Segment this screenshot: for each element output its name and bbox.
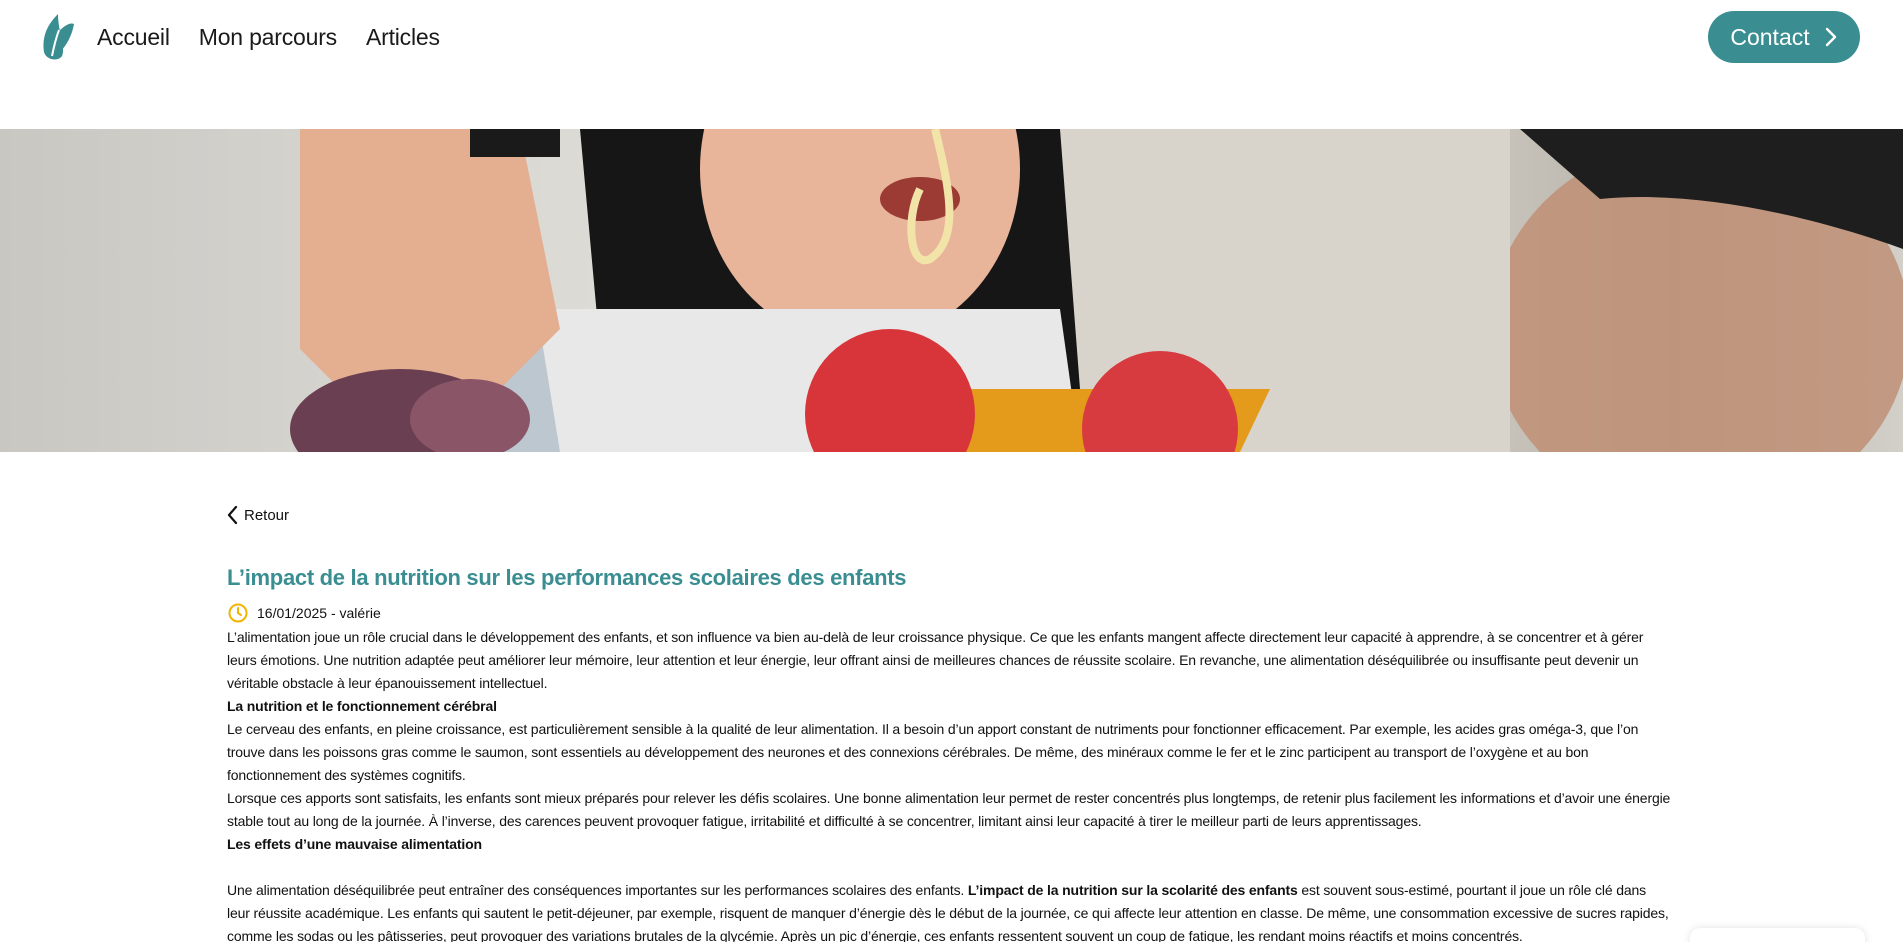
- article-paragraph: Une alimentation déséquilibrée peut entr…: [227, 879, 1672, 942]
- back-link-label: Retour: [244, 506, 290, 524]
- section-heading-nutrition: La nutrition et le fonctionnement cérébr…: [227, 698, 497, 714]
- hero-illustration: [290, 129, 1903, 452]
- nav-accueil[interactable]: Accueil: [97, 24, 170, 51]
- chevron-right-icon: [1825, 27, 1836, 47]
- clock-icon: [228, 603, 248, 623]
- article-paragraph: Lorsque ces apports sont satisfaits, les…: [227, 790, 1671, 829]
- main-nav: Accueil Mon parcours Articles: [97, 24, 440, 51]
- nav-mon-parcours[interactable]: Mon parcours: [199, 24, 337, 51]
- article-intro: L’alimentation joue un rôle crucial dans…: [227, 629, 1644, 691]
- article-body: L’alimentation joue un rôle crucial dans…: [227, 626, 1672, 942]
- paragraph-text: Une alimentation déséquilibrée peut entr…: [227, 882, 968, 898]
- article-paragraph: Le cerveau des enfants, en pleine croiss…: [227, 721, 1639, 783]
- article-date-author: 16/01/2025 - valérie: [257, 605, 381, 621]
- nav-articles[interactable]: Articles: [366, 24, 440, 51]
- chevron-left-icon: [227, 505, 238, 525]
- bold-phrase: L’impact de la nutrition sur la scolarit…: [967, 882, 1298, 898]
- site-header: Accueil Mon parcours Articles Contact: [0, 0, 1903, 128]
- section-heading-effets: Les effets d’une mauvaise alimentation: [227, 836, 482, 852]
- article-meta: 16/01/2025 - valérie: [227, 602, 381, 624]
- back-link[interactable]: Retour: [227, 505, 289, 525]
- hero-image: [0, 129, 1903, 452]
- article-title: L’impact de la nutrition sur les perform…: [227, 565, 907, 590]
- leaf-logo-icon[interactable]: [38, 12, 76, 62]
- contact-button-label: Contact: [1730, 23, 1810, 50]
- contact-button[interactable]: Contact: [1708, 11, 1860, 63]
- chat-widget[interactable]: [1690, 928, 1865, 942]
